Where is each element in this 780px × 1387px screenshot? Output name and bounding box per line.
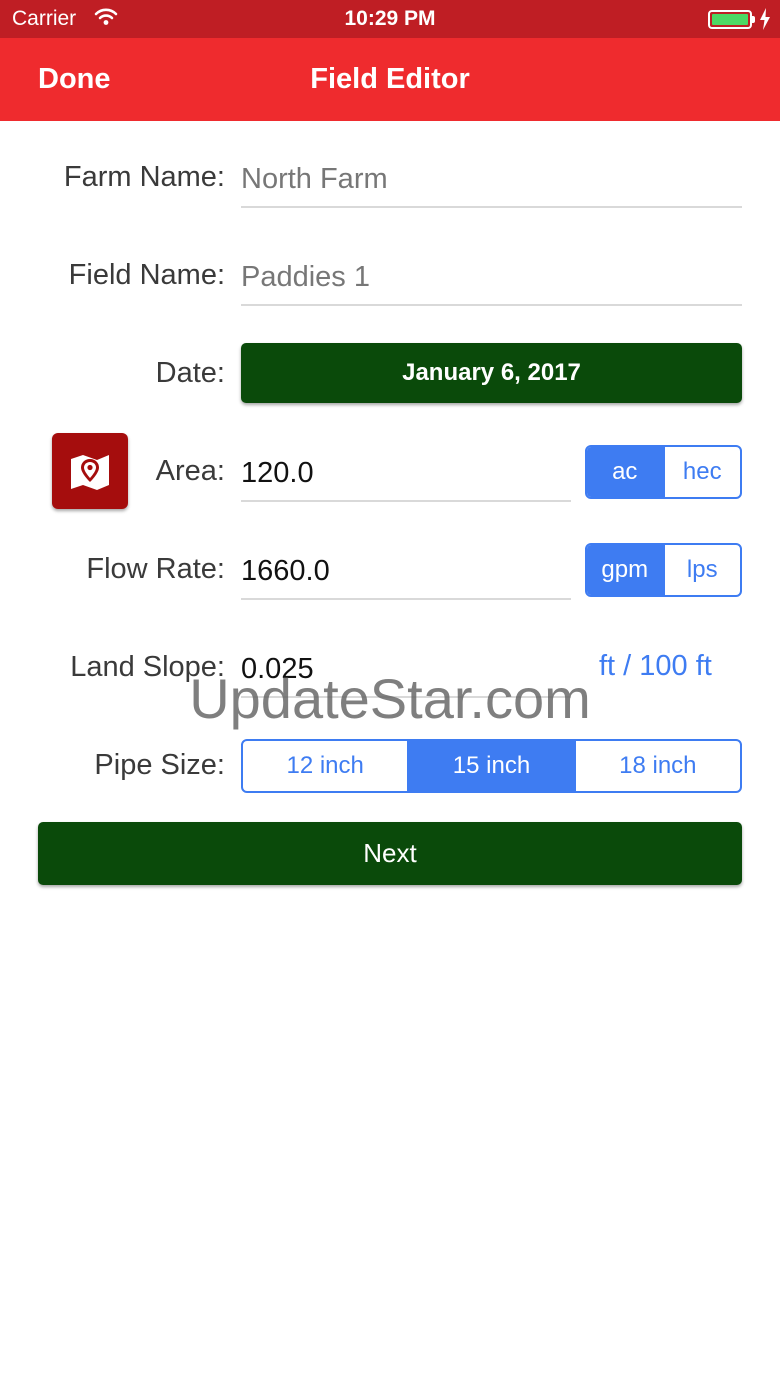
- pipe-size-12-inch[interactable]: 12 inch: [243, 741, 407, 791]
- flow-unit-lps[interactable]: lps: [662, 545, 741, 595]
- page-title: Field Editor: [310, 63, 470, 95]
- date-label: Date:: [155, 357, 225, 389]
- flow-unit-toggle: gpm lps: [585, 543, 742, 597]
- navigation-bar: Done Field Editor: [0, 38, 780, 121]
- farm-name-label: Farm Name:: [63, 161, 225, 193]
- map-pin-icon: [71, 455, 109, 490]
- battery-icon: [708, 10, 752, 29]
- status-bar: Carrier 10:29 PM: [0, 0, 780, 38]
- area-unit-ac[interactable]: ac: [587, 447, 663, 497]
- area-input[interactable]: 120.0: [241, 444, 571, 502]
- land-slope-input[interactable]: 0.025: [241, 640, 571, 698]
- battery-cap: [752, 16, 755, 23]
- flow-unit-gpm[interactable]: gpm: [587, 545, 663, 595]
- pipe-size-15-inch[interactable]: 15 inch: [407, 741, 574, 791]
- slope-unit-label: ft / 100 ft: [599, 650, 712, 682]
- date-picker-button[interactable]: January 6, 2017: [241, 343, 742, 403]
- pipe-size-label: Pipe Size:: [94, 749, 225, 781]
- charging-bolt-icon: [759, 8, 771, 35]
- area-unit-hec[interactable]: hec: [662, 447, 741, 497]
- next-button[interactable]: Next: [38, 822, 742, 885]
- field-name-label: Field Name:: [68, 259, 225, 291]
- pipe-size-18-inch[interactable]: 18 inch: [573, 741, 740, 791]
- flow-rate-label: Flow Rate:: [86, 553, 225, 585]
- clock: 10:29 PM: [344, 7, 436, 30]
- farm-name-input[interactable]: North Farm: [241, 150, 742, 208]
- pipe-size-selector: 12 inch 15 inch 18 inch: [241, 739, 742, 793]
- field-name-input[interactable]: Paddies 1: [241, 248, 742, 306]
- flow-rate-input[interactable]: 1660.0: [241, 542, 571, 600]
- area-unit-toggle: ac hec: [585, 445, 742, 499]
- land-slope-label: Land Slope:: [70, 651, 225, 683]
- area-label: Area:: [155, 455, 225, 487]
- map-button[interactable]: [52, 433, 128, 509]
